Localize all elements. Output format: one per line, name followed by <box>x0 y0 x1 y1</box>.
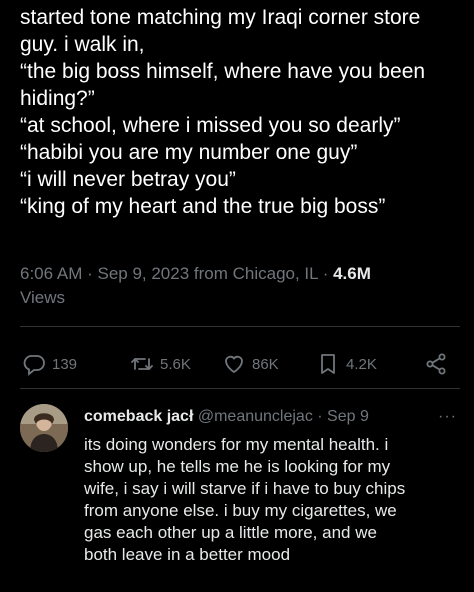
reply-author-handle[interactable]: @meanunclejac <box>198 408 313 425</box>
reply-button[interactable]: 139 <box>22 348 77 380</box>
reply-text-line: show up, he tells me he is looking for m… <box>84 457 391 476</box>
reply-text-line: from anyone else. i buy my cigarettes, w… <box>84 501 397 520</box>
tweet-text-line: “i will never betray you” <box>20 168 236 191</box>
reply-text: its doing wonders for my mental health. … <box>84 434 464 566</box>
retweet-icon <box>131 358 153 370</box>
like-count: 86K <box>252 355 279 373</box>
reply-text-line: both leave in a better mood <box>84 545 291 564</box>
views-label: Views <box>20 288 66 307</box>
tweet-text-line: “at school, where i missed you so dearly… <box>20 114 401 137</box>
reply-count: 139 <box>52 355 78 373</box>
bookmark-count: 4.2K <box>346 355 377 373</box>
reply-icon <box>23 355 45 376</box>
tweet-text-line: “the big boss himself, where have you be… <box>20 60 426 83</box>
reply-date[interactable]: · Sep 9 <box>313 408 369 425</box>
bookmark-icon <box>321 354 335 374</box>
tweet-text-line: guy. i walk in, <box>20 33 145 56</box>
tweet-timestamp[interactable]: 6:06 AM · Sep 9, 2023 from Chicago, IL · <box>20 264 333 283</box>
reply-text-line: its doing wonders for my mental health. … <box>84 435 389 454</box>
like-icon <box>225 355 243 374</box>
like-button[interactable]: 86K <box>222 348 279 380</box>
share-button[interactable] <box>424 348 454 380</box>
reply-text-line: wife, i say i will starve if i have to b… <box>84 479 406 498</box>
tweet-meta: 6:06 AM · Sep 9, 2023 from Chicago, IL ·… <box>20 262 460 310</box>
views-count: 4.6M <box>333 264 371 283</box>
avatar[interactable] <box>20 404 68 452</box>
divider <box>20 388 460 389</box>
more-icon[interactable]: ··· <box>438 406 457 428</box>
tweet-text-line: “king of my heart and the true big boss” <box>20 195 386 218</box>
reply-text-line: gas each other up a little more, and we <box>84 523 377 542</box>
tweet-text-line: started tone matching my Iraqi corner st… <box>20 6 421 29</box>
retweet-button[interactable]: 5.6K <box>130 348 191 380</box>
divider <box>20 326 460 327</box>
tweet-text-line: “habibi you are my number one guy” <box>20 141 358 164</box>
reply-author-name[interactable]: comeback jacł <box>84 408 193 425</box>
share-icon <box>426 353 446 375</box>
action-bar: 139 5.6K 86K 4.2K <box>20 348 460 380</box>
reply-header: comeback jacł @meanunclejac · Sep 9 ··· <box>84 406 464 428</box>
bookmark-button[interactable]: 4.2K <box>316 348 377 380</box>
retweet-count: 5.6K <box>160 355 191 373</box>
tweet-text: started tone matching my Iraqi corner st… <box>20 4 460 220</box>
tweet-text-line: hiding?” <box>20 87 95 110</box>
